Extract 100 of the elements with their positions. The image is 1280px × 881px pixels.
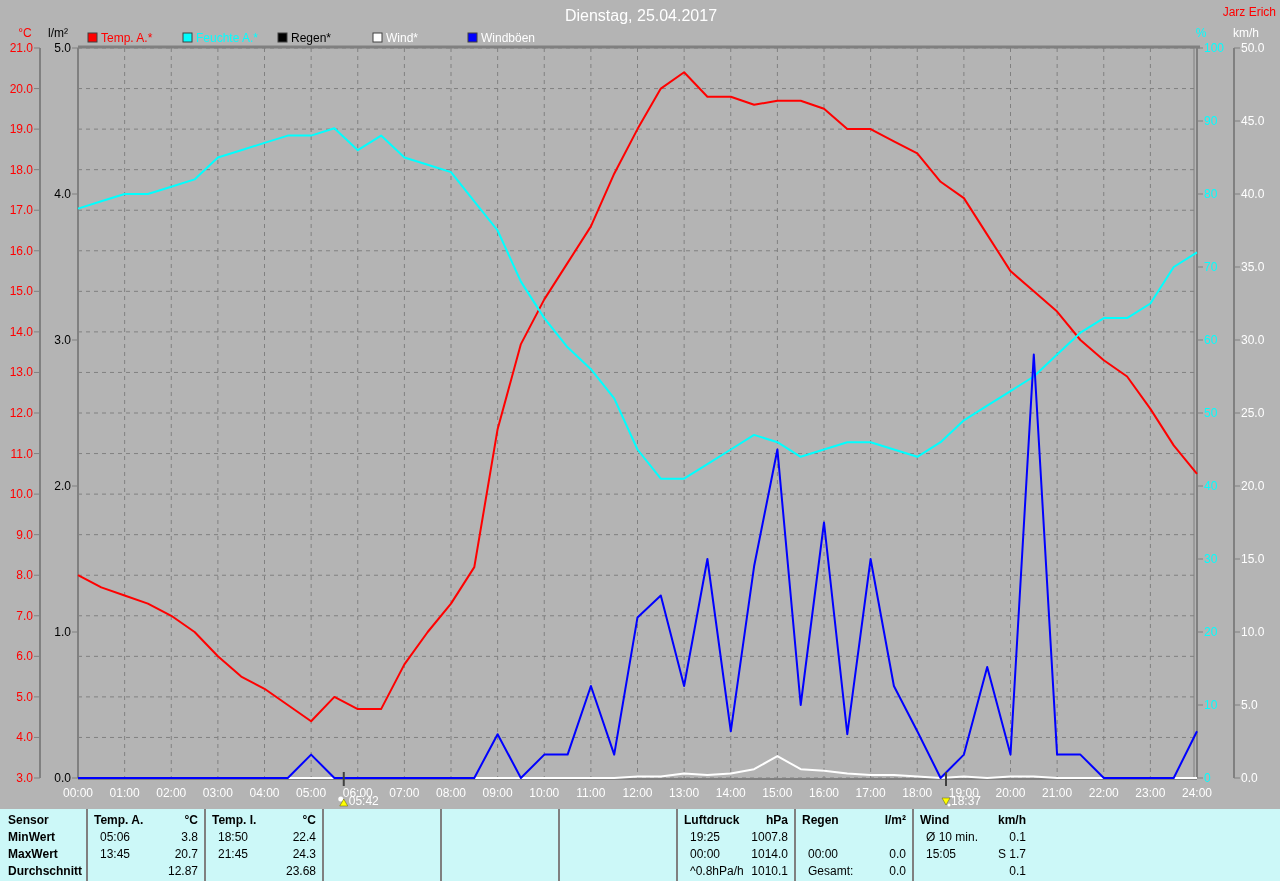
tick-label: 90 — [1204, 114, 1218, 128]
legend-label: Temp. A.* — [101, 31, 153, 45]
tick-label: 9.0 — [16, 527, 33, 542]
tick-label: 20:00 — [995, 786, 1026, 800]
axis-unit: °C — [18, 26, 32, 40]
axis-unit: km/h — [1233, 26, 1259, 40]
tick-label: 23:00 — [1135, 786, 1166, 800]
tick-label: 15:00 — [762, 786, 793, 800]
tick-label: 21:00 — [1042, 786, 1073, 800]
value-text: 20.7 — [174, 846, 198, 861]
column-header: Temp. I. — [212, 812, 257, 827]
value-text: 3.8 — [181, 829, 198, 844]
tick-label: 15.0 — [1241, 552, 1265, 566]
unit-label: hPa — [766, 812, 788, 827]
value-text: 0.0 — [889, 846, 906, 861]
tick-label: 09:00 — [482, 786, 513, 800]
column-header: Regen — [802, 812, 839, 827]
value-text: 0.0 — [889, 863, 906, 878]
chart-title: Dienstag, 25.04.2017 — [564, 7, 718, 24]
tick-label: 45.0 — [1241, 114, 1265, 128]
tick-label: 50.0 — [1241, 41, 1265, 55]
unit-label: °C — [302, 812, 316, 827]
tick-label: 40 — [1204, 479, 1218, 493]
tick-label: 2.0 — [54, 479, 71, 493]
tick-label: 40.0 — [1241, 187, 1265, 201]
value-text: 22.4 — [292, 829, 316, 844]
tick-label: 35.0 — [1241, 260, 1265, 274]
value-text: 0.1 — [1009, 829, 1026, 844]
tick-label: 11:00 — [576, 786, 606, 800]
tick-label: 02:00 — [156, 786, 187, 800]
tick-label: 8.0 — [16, 568, 33, 583]
value-text: 1010.1 — [751, 863, 788, 878]
tick-label: 04:00 — [249, 786, 280, 800]
tick-label: 12:00 — [622, 786, 653, 800]
tick-label: 3.0 — [16, 771, 33, 785]
column-header: Wind — [920, 812, 950, 827]
tick-label: 5.0 — [1241, 698, 1258, 712]
tick-label: 4.0 — [16, 730, 33, 745]
tick-label: 25.0 — [1241, 406, 1265, 420]
tick-label: 24:00 — [1182, 786, 1212, 800]
unit-label: °C — [184, 812, 198, 827]
tick-label: 22:00 — [1088, 786, 1119, 800]
tick-label: 10.0 — [1241, 625, 1265, 639]
tick-label: 6.0 — [16, 649, 33, 664]
tick-label: 17.0 — [9, 203, 33, 218]
tick-label: 1.0 — [54, 625, 71, 639]
tick-label: 10 — [1204, 698, 1218, 712]
tick-label: 11.0 — [10, 446, 33, 461]
column-header: Luftdruck — [684, 812, 740, 827]
tick-label: 13:00 — [669, 786, 700, 800]
tick-label: 16.0 — [9, 243, 33, 258]
row-label: Durchschnitt — [8, 863, 82, 878]
tick-label: 10.0 — [9, 487, 33, 502]
column-header: Temp. A. — [94, 812, 144, 827]
tick-label: 5.0 — [54, 41, 71, 55]
axis-unit: l/m² — [48, 26, 68, 40]
value-text: 23.68 — [285, 863, 316, 878]
row-label: Sensor — [8, 812, 50, 827]
time-text: 15:05 — [925, 846, 957, 861]
tick-label: 20.0 — [1241, 479, 1265, 493]
tick-label: 0 — [1204, 771, 1211, 785]
tick-label: 00:00 — [63, 786, 93, 800]
tick-label: 0.0 — [54, 771, 71, 785]
tick-label: 5.0 — [16, 689, 33, 704]
tick-label: 3.0 — [54, 333, 71, 347]
legend-label: Wind* — [386, 31, 418, 45]
tick-label: 100 — [1204, 41, 1225, 55]
time-text: ^0.8hPa/h — [689, 863, 744, 878]
tick-label: 17:00 — [855, 786, 886, 800]
value-text: 1007.8 — [751, 829, 788, 844]
time-text: Gesamt: — [807, 863, 854, 878]
tick-label: 50 — [1204, 406, 1218, 420]
station-name: Jarz Erich — [1222, 5, 1276, 19]
tick-label: 14.0 — [9, 324, 33, 339]
tick-label: 08:00 — [436, 786, 466, 800]
time-text: 00:00 — [689, 846, 721, 861]
tick-label: 19.0 — [9, 122, 33, 137]
tick-label: 05:00 — [296, 786, 327, 800]
tick-label: 01:00 — [109, 786, 140, 800]
tick-label: 80 — [1204, 187, 1218, 201]
sunrise-icon — [338, 796, 348, 807]
axis-unit: % — [1195, 26, 1207, 40]
value-text: 0.1 — [1009, 863, 1026, 878]
time-text: 05:06 — [99, 829, 131, 844]
tick-label: 0.0 — [1241, 771, 1258, 785]
tick-label: 03:00 — [202, 786, 233, 800]
legend-label: Regen* — [291, 31, 332, 45]
value-text: 24.3 — [292, 846, 316, 861]
row-label: MaxWert — [8, 846, 59, 861]
value-text: 12.87 — [167, 863, 198, 878]
tick-label: 07:00 — [389, 786, 420, 800]
tick-label: 18.0 — [9, 162, 33, 177]
tick-label: 21.0 — [9, 41, 33, 55]
tick-label: 4.0 — [54, 187, 71, 201]
tick-label: 7.0 — [16, 608, 33, 623]
value-text: 1014.0 — [751, 846, 788, 861]
legend-label: Feuchte A.* — [196, 31, 259, 45]
tick-label: 70 — [1204, 260, 1218, 274]
tick-label: 30.0 — [1241, 333, 1265, 347]
time-text: 13:45 — [99, 846, 131, 861]
